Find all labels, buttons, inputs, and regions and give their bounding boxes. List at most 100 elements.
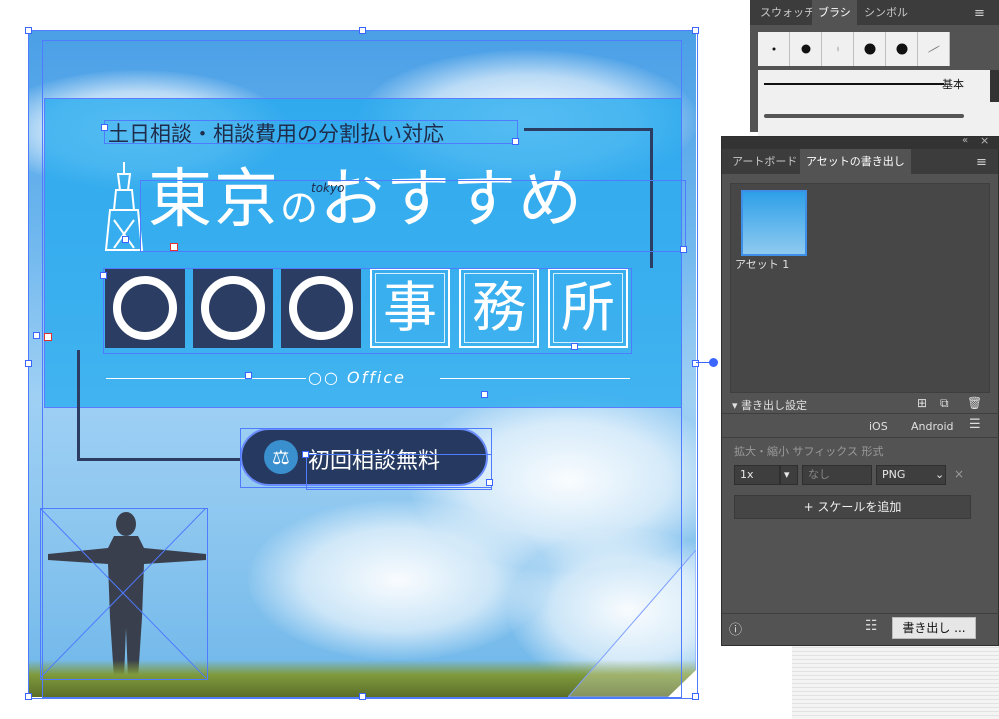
selection-handle[interactable] — [25, 693, 32, 700]
corner-decoration — [568, 550, 696, 697]
selection-handle[interactable] — [571, 343, 578, 350]
brush-dot — [927, 45, 940, 53]
export-settings-label: 書き出し設定 — [741, 399, 808, 412]
charcoal-brush-stroke[interactable] — [764, 114, 964, 118]
brush-dot — [801, 44, 810, 54]
asset-list: アセット 1 — [730, 183, 990, 393]
asset-name[interactable]: アセット 1 — [735, 256, 789, 272]
circle-ring — [201, 276, 265, 340]
selection-handle[interactable] — [245, 372, 252, 379]
brush-swatch[interactable] — [758, 32, 790, 66]
scales-icon: ⚖ — [264, 440, 298, 474]
title-tokyo: 東京 — [148, 163, 280, 237]
selection-handle[interactable] — [680, 246, 687, 253]
tab-artboards[interactable]: アートボード — [726, 149, 803, 174]
divider — [722, 613, 999, 614]
office-text[interactable]: ○○ Office — [308, 368, 406, 387]
selection-handle[interactable] — [302, 451, 309, 458]
cta-label: 初回相談無料 — [308, 449, 441, 474]
preset-android[interactable]: Android — [911, 420, 954, 433]
add-icon[interactable]: ⊞ — [917, 396, 927, 410]
info-icon[interactable]: ⓘ — [729, 619, 742, 638]
preset-ios[interactable]: iOS — [869, 420, 888, 433]
main-title[interactable]: 東京のおすすめ — [148, 168, 584, 232]
panel-menu-icon[interactable]: ≡ — [974, 6, 985, 21]
text-overflow-marker[interactable] — [44, 333, 52, 341]
brush-swatches — [758, 32, 999, 66]
close-icon[interactable]: × — [980, 134, 989, 147]
bracket-line — [77, 458, 242, 461]
tokyo-script-text[interactable]: tokyo — [311, 181, 344, 195]
bracket-line — [524, 128, 652, 131]
brush-swatch[interactable] — [886, 32, 918, 66]
chevron-down-icon: ⌄ — [935, 468, 945, 481]
title-osusume: おすすめ — [320, 163, 585, 237]
tab-brushes[interactable]: ブラシ — [812, 0, 857, 25]
scale-dropdown-icon[interactable]: ▾ — [780, 465, 798, 485]
column-headers: 拡大・縮小 サフィックス 形式 — [734, 445, 884, 458]
asset-export-panel: « × アートボード アセットの書き出し ≡ アセット 1 ▾ 書き出し設定 ⊞… — [721, 134, 999, 646]
panel-menu-icon[interactable]: ≡ — [976, 155, 987, 170]
tab-asset-export[interactable]: アセットの書き出し — [800, 149, 911, 174]
add-scale-button[interactable]: + スケールを追加 — [734, 495, 971, 519]
divider — [722, 413, 999, 414]
subtitle-text[interactable]: 土日相談・相談費用の分割払い対応 — [108, 118, 444, 148]
suffix-field[interactable]: なし — [802, 465, 872, 485]
basic-brush-stroke[interactable] — [764, 83, 944, 85]
basic-brush-label: 基本 — [942, 78, 964, 91]
kanji-box-1[interactable]: 事 — [370, 268, 450, 348]
kanji-box-3[interactable]: 所 — [548, 268, 628, 348]
brush-dot — [772, 47, 775, 51]
selection-handle[interactable] — [33, 332, 40, 339]
cloud — [248, 500, 548, 660]
circle-box-3[interactable] — [281, 268, 361, 348]
connector-dot[interactable] — [709, 358, 718, 367]
tab-swatches[interactable]: スウォッチ — [754, 0, 821, 25]
brush-panel: スウォッチ ブラシ シンボル ≡ 基本 — [750, 0, 999, 140]
format-value: PNG — [882, 468, 906, 481]
text-overflow-marker[interactable] — [170, 243, 178, 251]
brush-swatch[interactable] — [822, 32, 854, 66]
selection-handle[interactable] — [122, 236, 129, 243]
brush-list: 基本 — [758, 70, 999, 140]
kanji-box-2[interactable]: 務 — [459, 268, 539, 348]
export-button[interactable]: 書き出し ... — [892, 617, 976, 639]
brush-tabbar: スウォッチ ブラシ シンボル ≡ — [750, 0, 999, 25]
person-cross — [40, 508, 206, 678]
bracket-line — [77, 350, 80, 460]
selection-handle[interactable] — [359, 27, 366, 34]
brush-dot — [864, 43, 875, 55]
brush-swatch[interactable] — [854, 32, 886, 66]
circle-box-2[interactable] — [193, 268, 273, 348]
scale-field[interactable]: 1x — [734, 465, 780, 485]
brush-dot — [837, 46, 838, 52]
selection-handle[interactable] — [25, 360, 32, 367]
tab-symbols[interactable]: シンボル — [858, 0, 914, 25]
selection-handle[interactable] — [486, 479, 493, 486]
list-icon[interactable]: ☰ — [969, 417, 981, 432]
selection-handle[interactable] — [101, 124, 108, 131]
panel-drag-bar[interactable]: « × — [722, 134, 999, 149]
remove-icon[interactable]: × — [954, 467, 964, 481]
selection-handle[interactable] — [25, 27, 32, 34]
selection-handle[interactable] — [692, 693, 699, 700]
circle-box-1[interactable] — [105, 268, 185, 348]
export-settings-header[interactable]: ▾ 書き出し設定 — [732, 397, 807, 413]
circle-ring — [289, 276, 353, 340]
selection-handle[interactable] — [100, 272, 107, 279]
collapse-icon[interactable]: « — [962, 135, 968, 146]
divider-line — [106, 378, 306, 379]
brush-swatch[interactable] — [790, 32, 822, 66]
duplicate-icon[interactable]: ⧉ — [940, 396, 949, 411]
format-select[interactable]: PNG ⌄ — [876, 465, 946, 485]
selection-handle[interactable] — [481, 391, 488, 398]
selection-handle[interactable] — [512, 138, 519, 145]
hidden-panel-edge — [990, 70, 999, 102]
brush-swatch[interactable] — [918, 32, 950, 66]
trash-icon[interactable]: 🗑 — [967, 396, 982, 410]
selection-handle[interactable] — [692, 27, 699, 34]
export-queue-icon[interactable]: ☷ — [865, 618, 878, 634]
background-pattern — [792, 646, 999, 719]
asset-thumbnail[interactable] — [741, 190, 807, 256]
selection-handle[interactable] — [359, 693, 366, 700]
